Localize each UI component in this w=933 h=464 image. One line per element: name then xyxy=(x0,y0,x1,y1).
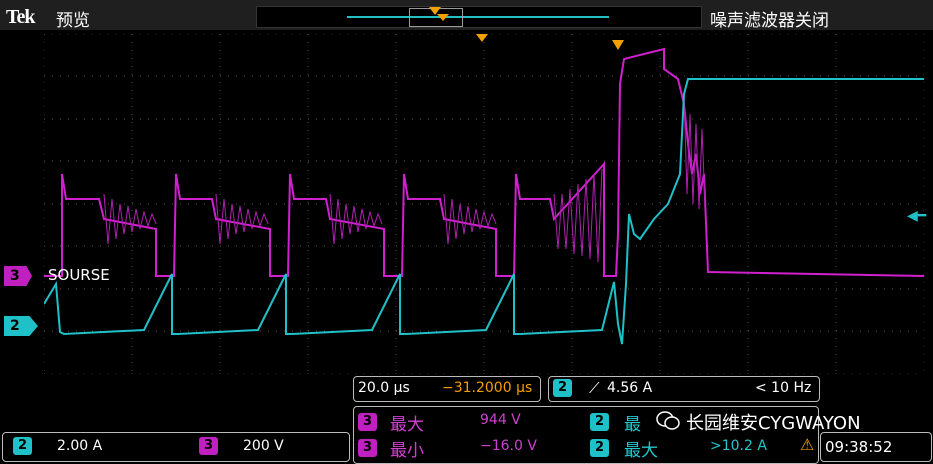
wechat-icon xyxy=(656,411,680,430)
meas3-badge: 2 xyxy=(590,413,610,431)
waveform-display[interactable] xyxy=(44,34,924,374)
trigger-channel-badge: 2 xyxy=(553,379,573,397)
acquisition-mode: 预览 xyxy=(56,11,90,31)
timebase-scale: 20.0 µs xyxy=(358,380,410,396)
noise-filter-status: 噪声滤波器关闭 xyxy=(710,11,829,31)
ch2-scale: 2.00 A xyxy=(57,438,103,454)
channel-scale-panel[interactable]: 2 2.00 A 3 200 V xyxy=(2,432,350,462)
record-bar xyxy=(347,16,609,18)
trigger-time-marker-icon xyxy=(612,40,624,50)
record-timeline[interactable] xyxy=(256,6,702,28)
meas4-value: >10.2 A xyxy=(710,438,767,454)
clock-panel: 09:38:52 xyxy=(820,432,932,462)
ch3-scale-badge[interactable]: 3 xyxy=(199,437,219,455)
ch3-ground-marker[interactable]: 3 xyxy=(4,266,32,286)
trigger-marker-icon xyxy=(476,34,488,42)
trigger-frequency: < 10 Hz xyxy=(755,380,812,396)
meas1-label: 最大 xyxy=(390,415,424,435)
brand-logo: Tek xyxy=(6,6,35,28)
warning-icon: ⚠ xyxy=(800,435,815,454)
trigger-level: 4.56 A xyxy=(607,380,653,396)
ch3-marker-label: 3 xyxy=(10,268,20,284)
ch2-scale-badge[interactable]: 2 xyxy=(13,437,33,455)
meas2-badge: 3 xyxy=(358,439,378,457)
meas1-badge: 3 xyxy=(358,413,378,431)
ch2-marker-label: 2 xyxy=(10,318,20,334)
timebase-panel[interactable]: 20.0 µs −31.2000 µs xyxy=(353,376,541,402)
ch3-scale: 200 V xyxy=(243,438,284,454)
ch2-ground-marker[interactable]: 2 xyxy=(4,316,38,336)
meas4-label: 最大 xyxy=(624,441,658,461)
top-status-bar: Tek 预览 噪声滤波器关闭 xyxy=(0,0,933,31)
meas3-label: 最 xyxy=(624,415,641,435)
trigger-level-arrow-icon[interactable]: ◀━ xyxy=(907,208,926,224)
trigger-panel[interactable]: 2 ⟋ 4.56 A < 10 Hz xyxy=(548,376,820,402)
ch3-label: SOURSE xyxy=(48,266,110,284)
timebase-position: −31.2000 µs xyxy=(442,380,533,396)
trigger-point-icon xyxy=(437,14,449,21)
meas4-badge: 2 xyxy=(590,439,610,457)
rising-edge-icon: ⟋ xyxy=(589,379,600,397)
meas2-label: 最小 xyxy=(390,441,424,461)
meas1-value: 944 V xyxy=(480,412,521,428)
meas2-value: −16.0 V xyxy=(480,438,537,454)
clock: 09:38:52 xyxy=(825,438,893,456)
